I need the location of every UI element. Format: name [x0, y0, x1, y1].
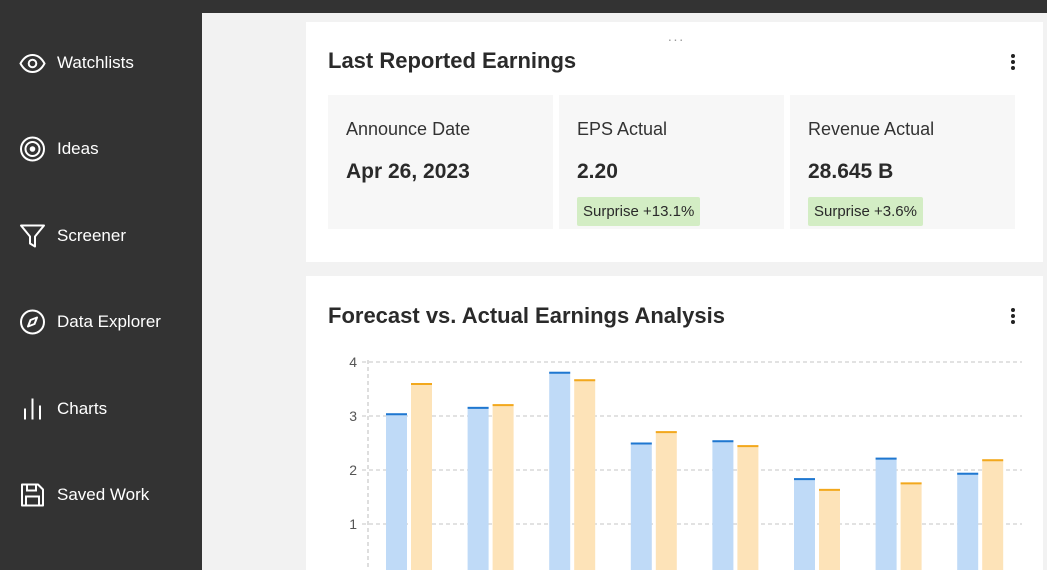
drag-handle-icon[interactable]: ··· — [664, 32, 688, 46]
compass-icon — [19, 309, 46, 336]
earnings-bar-chart: 1 2 3 4 — [349, 354, 1022, 570]
eye-icon — [19, 50, 46, 77]
forecast-vs-actual-card: Forecast vs. Actual Earnings Analysis 12… — [306, 276, 1043, 570]
bar-series-2 — [492, 404, 514, 570]
bar-series-1 — [549, 371, 571, 570]
filter-icon — [19, 223, 46, 250]
save-icon — [19, 482, 46, 509]
bar-series-1 — [467, 406, 489, 570]
top-bar — [0, 0, 1047, 13]
sidebar-item-screener[interactable]: Screener — [0, 214, 202, 258]
sidebar-item-label: Charts — [57, 399, 108, 418]
metric-revenue-actual: Revenue Actual 28.645 B Surprise +3.6% — [790, 95, 1015, 229]
bar-series-1 — [957, 472, 979, 570]
y-tick-label: 3 — [349, 408, 357, 424]
bar-series-2 — [737, 445, 759, 570]
metric-announce-date: Announce Date Apr 26, 2023 — [328, 95, 553, 229]
bar-series-1 — [712, 440, 734, 570]
bar-chart-icon — [19, 396, 46, 423]
last-reported-earnings-card: ··· Last Reported Earnings Announce Date… — [306, 22, 1043, 262]
y-tick-label: 2 — [349, 462, 357, 478]
sidebar-item-label: Saved Work — [57, 485, 150, 504]
bar-series-2 — [982, 459, 1004, 570]
sidebar-item-label: Watchlists — [57, 53, 134, 72]
y-tick-label: 1 — [349, 516, 357, 532]
target-icon — [19, 136, 46, 163]
sidebar-item-watchlists[interactable]: Watchlists — [0, 41, 202, 85]
main-content: ··· Last Reported Earnings Announce Date… — [202, 13, 1047, 570]
metric-label: EPS Actual — [577, 119, 668, 139]
sidebar-item-label: Data Explorer — [57, 312, 161, 331]
bar-series-2 — [819, 488, 840, 570]
metric-eps-actual: EPS Actual 2.20 Surprise +13.1% — [559, 95, 784, 229]
sidebar-item-saved-work[interactable]: Saved Work — [0, 473, 202, 517]
bar-series-2 — [900, 482, 922, 570]
sidebar-item-label: Ideas — [57, 139, 99, 158]
bar-series-2 — [411, 383, 432, 570]
y-tick-label: 4 — [349, 354, 357, 370]
sidebar-item-data-explorer[interactable]: Data Explorer — [0, 300, 202, 344]
sidebar-item-charts[interactable]: Charts — [0, 387, 202, 431]
sidebar: Watchlists Ideas Screener Data Explorer … — [0, 13, 202, 570]
bar-series-2 — [574, 379, 596, 570]
card-title: Last Reported Earnings — [328, 48, 577, 73]
sidebar-item-ideas[interactable]: Ideas — [0, 127, 202, 171]
bar-series-1 — [386, 413, 407, 570]
more-options-icon[interactable] — [1009, 51, 1017, 73]
metric-label: Announce Date — [346, 119, 471, 139]
bar-series-2 — [655, 431, 677, 570]
bar-series-1 — [630, 442, 652, 570]
bar-series-1 — [875, 457, 897, 570]
metric-label: Revenue Actual — [808, 119, 935, 139]
surprise-badge: Surprise +13.1% — [577, 197, 701, 226]
metric-value: 2.20 — [577, 160, 618, 183]
bar-series-1 — [794, 478, 815, 570]
metric-value: Apr 26, 2023 — [346, 160, 470, 183]
surprise-badge: Surprise +3.6% — [808, 197, 923, 226]
sidebar-item-label: Screener — [57, 226, 126, 245]
metric-value: 28.645 B — [808, 160, 894, 183]
